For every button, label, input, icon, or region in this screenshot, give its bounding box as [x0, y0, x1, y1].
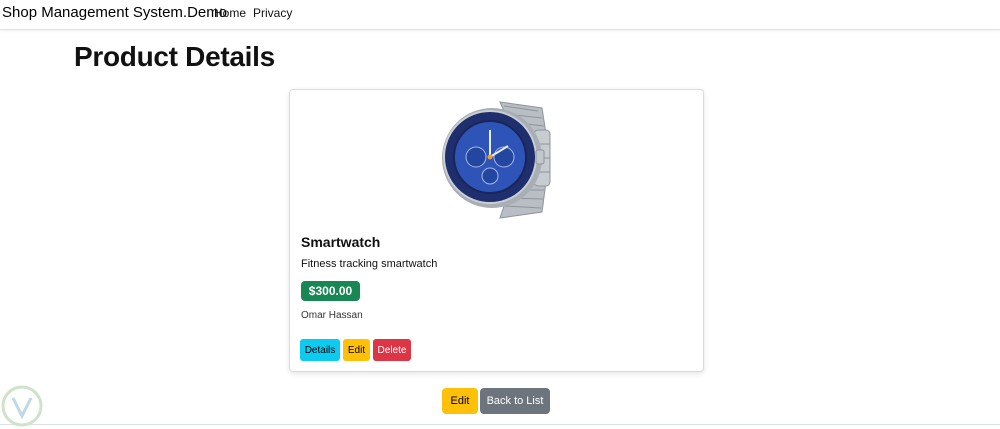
- page-title: Product Details: [74, 41, 275, 72]
- product-description: Fitness tracking smartwatch: [301, 258, 438, 270]
- price-badge: $300.00: [301, 281, 360, 301]
- product-name: Smartwatch: [301, 234, 381, 250]
- smartwatch-image: [442, 101, 551, 219]
- product-card: Smartwatch Fitness tracking smartwatch $…: [289, 89, 704, 372]
- details-button[interactable]: Details: [300, 339, 340, 361]
- brand-link[interactable]: Shop Management System.Demo: [2, 4, 227, 21]
- product-owner: Omar Hassan: [301, 310, 363, 321]
- card-edit-button[interactable]: Edit: [343, 339, 370, 361]
- delete-button[interactable]: Delete: [373, 339, 411, 361]
- back-to-list-button[interactable]: Back to List: [480, 388, 550, 414]
- edit-button[interactable]: Edit: [442, 388, 478, 414]
- navbar: Shop Management System.Demo Home Privacy: [0, 0, 1000, 30]
- watermark-logo-icon: [1, 385, 43, 427]
- nav-privacy-link[interactable]: Privacy: [253, 6, 292, 20]
- nav-home-link[interactable]: Home: [214, 6, 246, 20]
- footer-divider: [0, 424, 1000, 425]
